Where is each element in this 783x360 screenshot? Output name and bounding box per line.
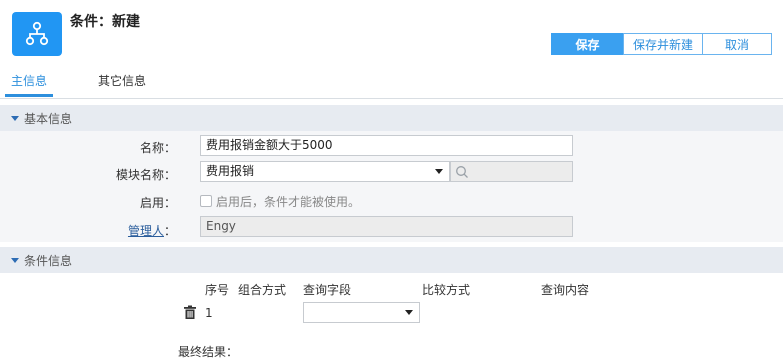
column-header-compare: 比较方式 [422, 283, 471, 297]
manager-label-wrap: 管理人： [0, 222, 176, 239]
module-select[interactable]: 费用报销 [200, 161, 450, 182]
manager-colon: ： [163, 224, 176, 238]
column-header-seq: 序号 [205, 283, 230, 297]
enable-checkbox[interactable] [200, 195, 212, 207]
search-icon[interactable] [455, 165, 469, 179]
name-label: 名称： [139, 141, 176, 155]
row-sequence-number: 1 [205, 306, 213, 320]
enable-label: 启用： [139, 196, 176, 210]
tab-other-info[interactable]: 其它信息 [98, 72, 146, 89]
workflow-hierarchy-icon [25, 21, 49, 46]
column-header-field: 查询字段 [303, 283, 352, 297]
save-button[interactable]: 保存 [551, 33, 624, 55]
section-basic-header[interactable]: 基本信息 [0, 105, 783, 131]
module-search-box[interactable] [450, 161, 573, 182]
section-condition-header[interactable]: 条件信息 [0, 247, 783, 273]
cancel-button[interactable]: 取消 [702, 33, 772, 55]
app-icon [12, 12, 62, 56]
query-field-select[interactable] [303, 302, 420, 323]
module-label: 模块名称： [115, 168, 176, 182]
name-input[interactable]: 费用报销金额大于5000 [200, 135, 573, 156]
column-header-content: 查询内容 [541, 283, 590, 297]
trash-icon[interactable] [183, 305, 197, 320]
collapse-caret-icon [11, 115, 19, 121]
collapse-caret-icon [11, 257, 19, 263]
page-title: 条件：新建 [70, 14, 140, 30]
save-and-new-button[interactable]: 保存并新建 [623, 33, 703, 55]
enable-hint: 启用后，条件才能被使用。 [216, 195, 361, 209]
column-header-combine: 组合方式 [238, 283, 287, 297]
dropdown-arrow-icon [405, 310, 413, 315]
tab-main-info[interactable]: 主信息 [11, 72, 47, 89]
toolbar: 保存 保存并新建 取消 [551, 33, 772, 55]
final-result-label: 最终结果： [178, 345, 239, 359]
tab-bar: 主信息 其它信息 [0, 60, 783, 99]
dropdown-arrow-icon [435, 169, 443, 174]
module-select-value: 费用报销 [206, 164, 255, 178]
section-condition-title: 条件信息 [24, 253, 73, 268]
manager-input: Engy [200, 216, 573, 237]
section-basic-title: 基本信息 [24, 111, 73, 126]
active-tab-indicator [5, 94, 53, 97]
manager-link[interactable]: 管理人 [128, 224, 164, 238]
